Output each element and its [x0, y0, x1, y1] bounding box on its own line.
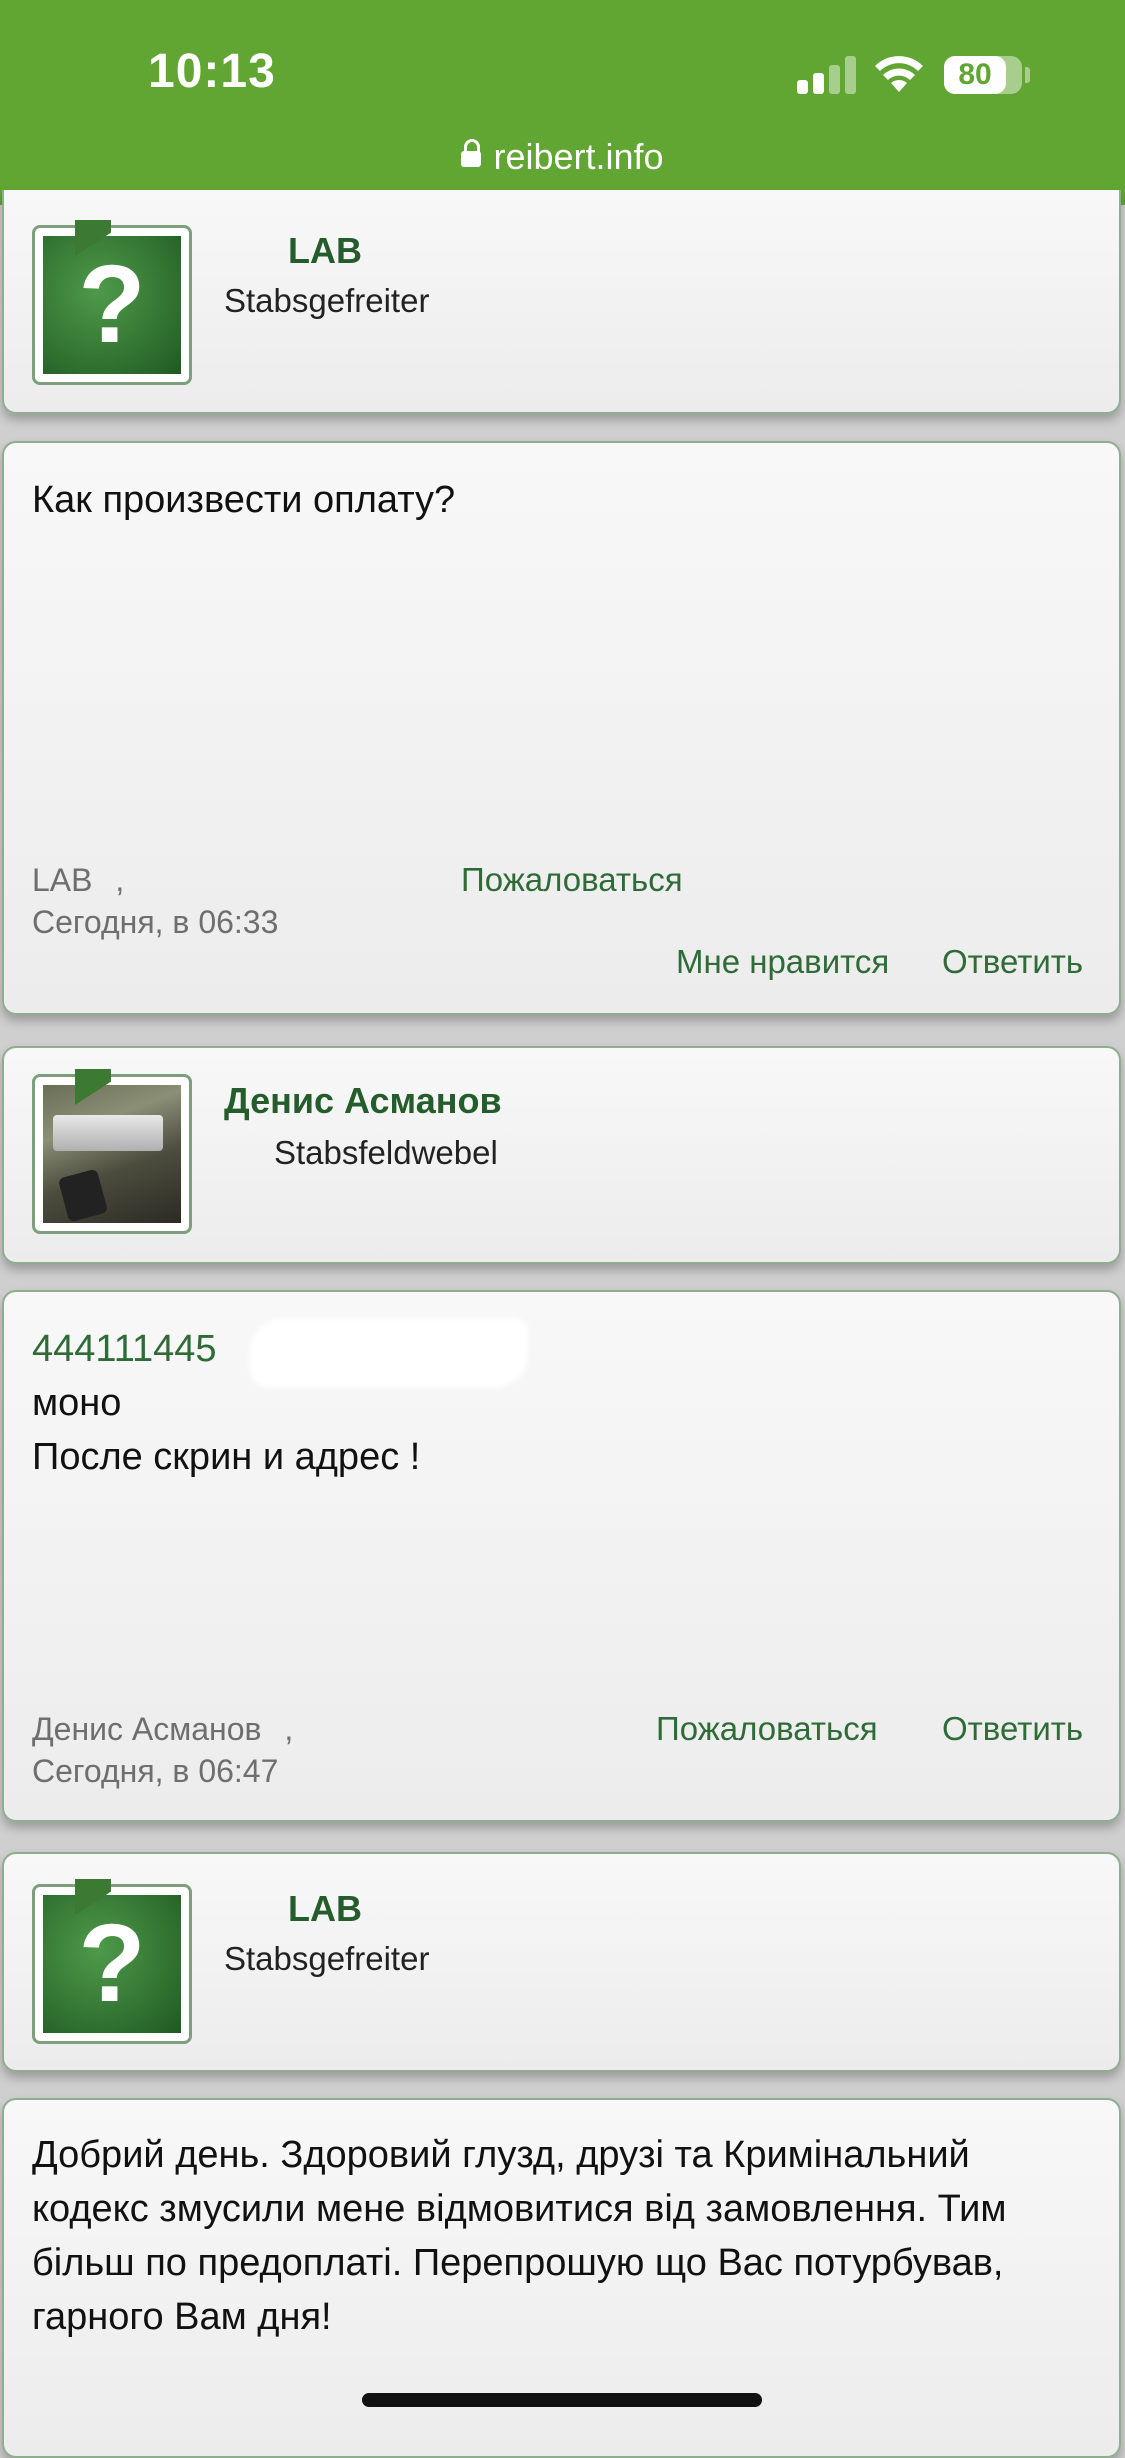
- report-link[interactable]: Пожаловаться: [461, 861, 683, 899]
- post-author-card: Денис Асманов Stabsfeldwebel: [2, 1046, 1121, 1264]
- user-rank: Stabsgefreiter: [224, 282, 430, 319]
- reply-link[interactable]: Ответить: [942, 1710, 1083, 1748]
- question-mark-icon: ?: [78, 1902, 146, 2025]
- user-rank: Stabsfeldwebel: [274, 1134, 498, 1171]
- post-message: 444111445 моно После скрин и адрес ! Ден…: [2, 1290, 1121, 1822]
- browser-top-bar: 10:13 80 reibert.info: [0, 0, 1125, 205]
- post-author-card: ? LAB Stabsgefreiter: [2, 1852, 1121, 2072]
- lock-icon: [461, 139, 482, 167]
- avatar[interactable]: ?: [32, 1879, 192, 2044]
- battery-icon: 80: [944, 56, 1022, 94]
- report-link[interactable]: Пожаловаться: [656, 1710, 878, 1748]
- username[interactable]: LAB: [288, 230, 362, 272]
- post-meta: Денис Асманов , Сегодня, в 06:47: [32, 1708, 293, 1792]
- battery-level: 80: [958, 58, 992, 91]
- like-link[interactable]: Мне нравится: [676, 943, 889, 981]
- meta-author[interactable]: Денис Асманов: [32, 1711, 262, 1747]
- meta-time[interactable]: Сегодня, в 06:33: [32, 904, 278, 940]
- meta-comma: ,: [115, 862, 125, 898]
- battery-tip: [1025, 67, 1030, 83]
- username[interactable]: LAB: [288, 1888, 362, 1930]
- reply-link[interactable]: Ответить: [942, 943, 1083, 981]
- status-time: 10:13: [148, 45, 276, 98]
- avatar[interactable]: ?: [32, 220, 192, 385]
- url-text: reibert.info: [493, 136, 664, 177]
- cellular-signal-icon: [797, 56, 857, 94]
- redaction-mark: [254, 1322, 524, 1384]
- meta-time[interactable]: Сегодня, в 06:47: [32, 1753, 278, 1789]
- meta-author[interactable]: LAB: [32, 862, 92, 898]
- message-line: моно: [32, 1382, 122, 1424]
- message-text: Добрий день. Здоровий глузд, друзі та Кр…: [32, 2134, 1007, 2338]
- avatar-photo: [43, 1085, 181, 1223]
- user-rank: Stabsgefreiter: [224, 1940, 430, 1977]
- message-line: После скрин и адрес !: [32, 1436, 421, 1478]
- address-bar[interactable]: reibert.info: [0, 136, 1125, 178]
- wifi-icon: [875, 56, 923, 92]
- message-text: Как произвести оплату?: [32, 479, 456, 521]
- post-message: Как произвести оплату? LAB , Сегодня, в …: [2, 441, 1121, 1015]
- question-mark-icon: ?: [78, 243, 146, 366]
- username[interactable]: Денис Асманов: [224, 1080, 502, 1122]
- post-meta: LAB , Сегодня, в 06:33: [32, 859, 278, 943]
- home-indicator[interactable]: [362, 2393, 762, 2407]
- meta-comma: ,: [284, 1711, 294, 1747]
- avatar[interactable]: [32, 1069, 192, 1234]
- post-author-card: ? LAB Stabsgefreiter: [2, 190, 1121, 414]
